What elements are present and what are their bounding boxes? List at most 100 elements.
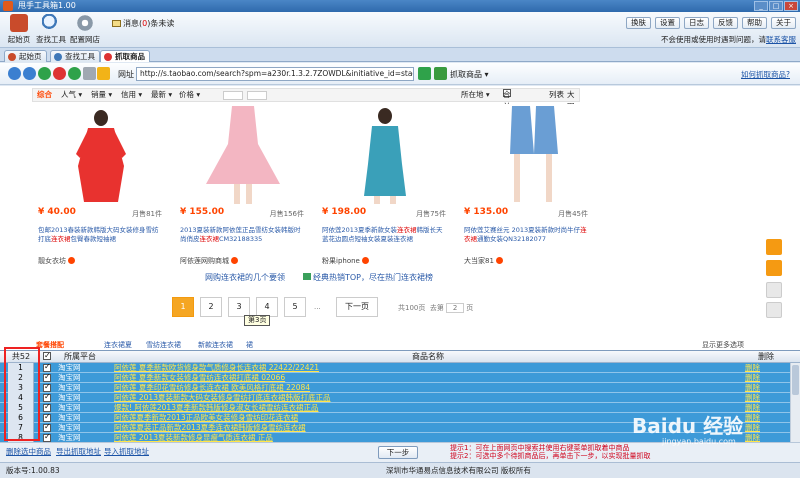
forward-icon[interactable]: [23, 67, 36, 80]
product-title[interactable]: 2013夏装新款阿依莲正品雪纺女装韩版时尚俏皮连衣裙CM32188335: [180, 226, 304, 244]
log-button[interactable]: 日志: [684, 17, 709, 29]
list-view-button[interactable]: 列表: [549, 89, 564, 101]
row-delete-link[interactable]: 删除: [745, 383, 760, 392]
import-links-link[interactable]: 导入抓取地址: [104, 446, 149, 457]
wangwang-icon[interactable]: [495, 257, 503, 264]
home-button[interactable]: 起始页: [2, 14, 36, 46]
minimize-button[interactable]: _: [754, 1, 768, 11]
skin-button[interactable]: 换肤: [626, 17, 651, 29]
comment-icon[interactable]: [766, 282, 782, 298]
arrow-right-icon[interactable]: [766, 260, 782, 276]
select-all-checkbox[interactable]: [43, 350, 51, 361]
close-button[interactable]: ×: [784, 1, 798, 11]
settings-button[interactable]: 设置: [655, 17, 680, 29]
page-1[interactable]: 1: [172, 297, 194, 317]
tab-home[interactable]: 起始页: [4, 50, 47, 62]
stop-icon[interactable]: [53, 67, 66, 80]
page-3[interactable]: 3: [228, 297, 250, 317]
row-delete-link[interactable]: 删除: [745, 363, 760, 372]
row-product-link[interactable]: 阿依莲 夏季新款欧货修身款气质修身长连衣裙 22422/22421: [114, 363, 734, 372]
download-icon[interactable]: [434, 67, 447, 80]
wangwang-icon[interactable]: [361, 257, 369, 264]
next-step-button[interactable]: 下一步: [378, 446, 418, 459]
howto-grab-link[interactable]: 如何抓取商品?: [741, 69, 790, 80]
row-checkbox[interactable]: [43, 432, 51, 442]
shop-name[interactable]: 阿依莲网购商城: [180, 256, 238, 266]
find-tool-button[interactable]: 查找工具: [34, 14, 68, 46]
grab-products-dropdown[interactable]: 抓取商品 ▾: [450, 69, 489, 80]
export-links-link[interactable]: 导出抓取地址: [56, 446, 101, 457]
product-card[interactable]: ¥ 135.00 月售45件 阿依莲艾赛丝元 2013夏装新款时尚牛仔连衣裙通勤…: [458, 104, 594, 344]
tag-link[interactable]: 雪纺连衣裙: [146, 340, 181, 350]
wangwang-icon[interactable]: [231, 257, 238, 264]
product-image[interactable]: [180, 104, 306, 204]
tab-grab-products[interactable]: 抓取商品: [100, 50, 150, 62]
row-checkbox[interactable]: [43, 392, 51, 402]
refresh-icon[interactable]: [38, 67, 51, 80]
shop-name[interactable]: 靓女衣坊: [38, 256, 75, 266]
scroll-top-icon[interactable]: [766, 239, 782, 255]
product-title[interactable]: 包邮2013春装新款韩版大码女装修身雪纺打底连衣裙包臀春款短袖裙: [38, 226, 162, 244]
table-row[interactable]: 3淘宝网阿依莲 夏季印花雪纺修身长连衣裙 欧美风格打底裙 22084删除: [0, 382, 790, 393]
row-checkbox[interactable]: [43, 412, 51, 422]
hot-top-link[interactable]: 经典热销TOP，尽在热门连衣裙榜: [303, 272, 433, 283]
shop-name[interactable]: 大当家81: [464, 256, 503, 266]
tools-icon[interactable]: [83, 67, 96, 80]
maximize-button[interactable]: □: [769, 1, 783, 11]
back-icon[interactable]: [8, 67, 21, 80]
about-button[interactable]: 关于: [771, 17, 796, 29]
table-scrollbar[interactable]: [790, 363, 800, 443]
contact-support-link[interactable]: 联系客服: [766, 35, 796, 44]
row-checkbox[interactable]: [43, 363, 51, 372]
price-max-input[interactable]: [247, 91, 267, 100]
row-checkbox[interactable]: [43, 422, 51, 432]
product-image[interactable]: [322, 104, 448, 204]
row-product-link[interactable]: 阿依莲 夏季印花雪纺修身长连衣裙 欧美风格打底裙 22084: [114, 383, 734, 392]
browser-home-icon[interactable]: [68, 67, 81, 80]
url-input[interactable]: http://s.taobao.com/search?spm=a230r.1.3…: [136, 67, 414, 81]
sort-credit[interactable]: 信用 ▾: [121, 89, 142, 101]
scrollbar-thumb[interactable]: [792, 365, 799, 395]
feedback-button[interactable]: 反馈: [713, 17, 738, 29]
product-title[interactable]: 阿依莲艾赛丝元 2013夏装新款时尚牛仔连衣裙通勤女装QN32182077: [464, 226, 588, 244]
sort-price[interactable]: 价格 ▾: [179, 89, 200, 101]
delete-selected-link[interactable]: 删除选中商品: [6, 446, 51, 457]
product-card[interactable]: ¥ 40.00 月售81件 包邮2013春装新款韩版大码女装修身雪纺打底连衣裙包…: [32, 104, 168, 344]
table-row[interactable]: 1淘宝网阿依莲 夏季新款欧货修身款气质修身长连衣裙 22422/22421删除: [0, 363, 790, 373]
product-image[interactable]: [38, 104, 164, 204]
tab-find-tool[interactable]: 查找工具: [50, 50, 100, 62]
sort-popularity[interactable]: 人气 ▾: [61, 89, 82, 101]
favorite-star-icon[interactable]: [97, 67, 110, 80]
page-4[interactable]: 4: [256, 297, 278, 317]
row-delete-link[interactable]: 删除: [745, 393, 760, 402]
help-button[interactable]: 帮助: [742, 17, 767, 29]
row-checkbox[interactable]: [43, 402, 51, 412]
next-page-button[interactable]: 下一页: [336, 297, 378, 317]
goto-page-input[interactable]: 2: [446, 303, 465, 313]
help-icon[interactable]: [766, 302, 782, 318]
go-arrow-icon[interactable]: [418, 67, 431, 80]
product-title[interactable]: 阿依莲2013夏季新款女装连衣裙韩版长天蓝花边圆点短袖女装夏装连衣裙: [322, 226, 446, 244]
tag-link[interactable]: 新款连衣裙: [198, 340, 233, 350]
message-link[interactable]: 消息(0)条未读: [112, 18, 174, 29]
price-min-input[interactable]: [223, 91, 243, 100]
sort-default[interactable]: 综合: [37, 89, 52, 101]
location-dropdown[interactable]: 所在地 ▾: [461, 89, 490, 101]
config-shop-button[interactable]: 配置网店: [68, 14, 102, 46]
table-row[interactable]: 4淘宝网阿依莲 2013夏装新款大码女装修身雪纺打底连衣裙韩版打底正品删除: [0, 392, 790, 403]
row-product-link[interactable]: 阿依莲 夏季新款女装修身雪纺连衣裙打底裙 02066: [114, 373, 734, 382]
wangwang-icon[interactable]: [68, 257, 75, 264]
tag-link[interactable]: 裙: [246, 340, 253, 350]
sort-newest[interactable]: 最新 ▾: [151, 89, 172, 101]
product-image[interactable]: [464, 104, 590, 204]
row-checkbox[interactable]: [43, 382, 51, 392]
table-row[interactable]: 2淘宝网阿依莲 夏季新款女装修身雪纺连衣裙打底裙 02066删除: [0, 372, 790, 383]
row-product-link[interactable]: 阿依莲 2013夏装新款大码女装修身雪纺打底连衣裙韩版打底正品: [114, 393, 734, 402]
sort-sales[interactable]: 销量 ▾: [91, 89, 112, 101]
row-checkbox[interactable]: [43, 372, 51, 382]
page-5[interactable]: 5: [284, 297, 306, 317]
row-delete-link[interactable]: 删除: [745, 373, 760, 382]
tag-link[interactable]: 连衣裙夏: [104, 340, 132, 350]
page-2[interactable]: 2: [200, 297, 222, 317]
shop-name[interactable]: 粉果iphone: [322, 256, 369, 266]
